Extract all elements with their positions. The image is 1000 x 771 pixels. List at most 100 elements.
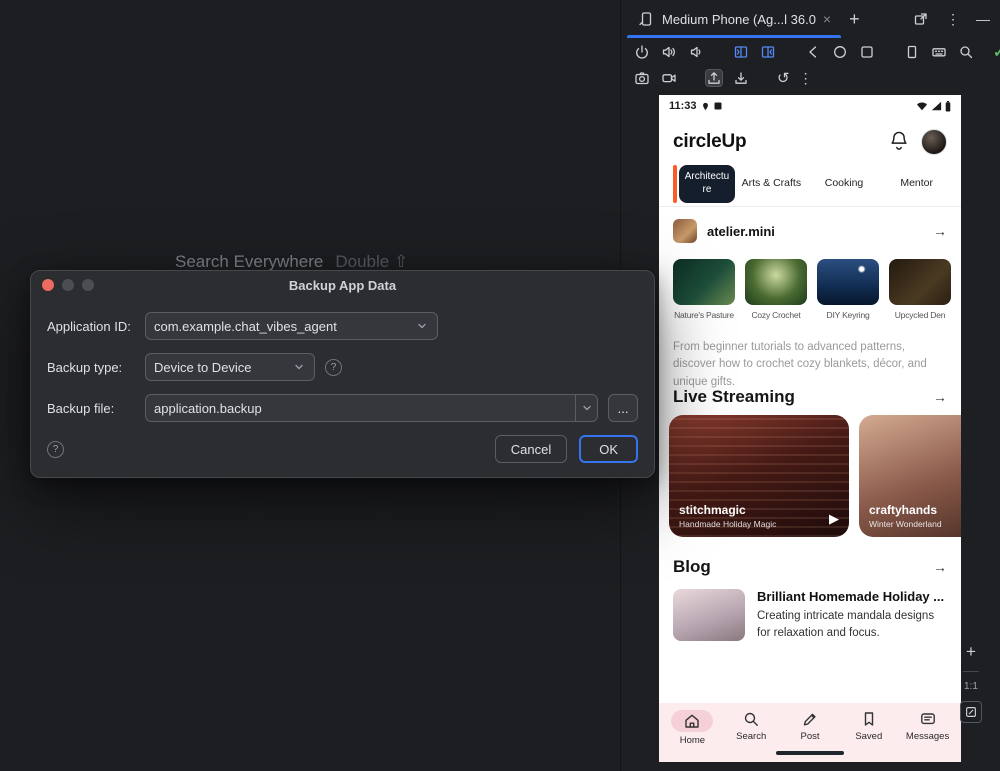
backup-file-value: application.backup	[154, 401, 569, 416]
live-streaming-title: Live Streaming	[673, 387, 795, 407]
gallery-label: Nature's Pasture	[673, 310, 735, 320]
zoom-controls: + 1:1	[957, 642, 985, 723]
close-window-button[interactable]	[42, 279, 54, 291]
done-check-icon[interactable]: ✓	[993, 43, 1000, 61]
live-streaming-arrow-icon[interactable]: →	[933, 389, 947, 405]
app-header: circleUp	[659, 117, 961, 161]
search-everywhere-shortcut: Double ⇧	[335, 252, 408, 271]
creator-row[interactable]: atelier.mini →	[659, 207, 961, 255]
app-title: circleUp	[673, 131, 746, 153]
tab-scroll-accent	[673, 165, 677, 203]
blog-thumbnail	[673, 589, 745, 641]
device-tab[interactable]: Medium Phone (Ag...l 36.0 ×	[627, 0, 841, 38]
emulator-screen[interactable]: 11:33 circleUp	[659, 95, 961, 762]
search-nav-icon	[742, 710, 760, 728]
stream-subtitle: Handmade Holiday Magic	[679, 519, 776, 529]
fold-open-icon[interactable]	[732, 43, 750, 61]
dialog-help-icon[interactable]: ?	[47, 441, 64, 458]
gallery-item[interactable]: Nature's Pasture	[673, 259, 735, 333]
gallery-item[interactable]: DIY Keyring	[817, 259, 879, 333]
zoom-in-button[interactable]: +	[966, 642, 976, 662]
blog-header: Blog →	[659, 547, 961, 585]
screen-record-icon[interactable]	[660, 69, 678, 87]
zoom-window-button[interactable]	[82, 279, 94, 291]
gesture-handle[interactable]	[776, 751, 844, 755]
stream-subtitle: Winter Wonderland	[869, 519, 942, 529]
tab-close-icon[interactable]: ×	[823, 11, 831, 27]
tab-arts-crafts[interactable]: Arts & Crafts	[735, 177, 808, 190]
home-icon[interactable]	[831, 43, 849, 61]
download-restore-icon[interactable]	[732, 69, 750, 87]
cancel-button[interactable]: Cancel	[495, 435, 567, 463]
application-id-value: com.example.chat_vibes_agent	[154, 319, 409, 334]
toolbar-right-group: ✓	[957, 43, 1000, 61]
screenshot-phone-icon[interactable]	[903, 43, 921, 61]
camera-icon[interactable]	[633, 69, 651, 87]
keyboard-input-icon[interactable]	[930, 43, 948, 61]
nav-search[interactable]: Search	[722, 710, 781, 746]
fold-close-icon[interactable]	[759, 43, 777, 61]
stream-card[interactable]: craftyhands Winter Wonderland	[859, 415, 961, 537]
nav-post[interactable]: Post	[781, 710, 840, 746]
upload-backup-icon[interactable]	[705, 69, 723, 87]
ok-button[interactable]: OK	[579, 435, 638, 463]
backup-type-help-icon[interactable]: ?	[325, 359, 342, 376]
play-icon[interactable]: ▶	[829, 511, 839, 527]
new-tab-button[interactable]: +	[849, 10, 860, 28]
fit-screen-button[interactable]	[960, 701, 982, 723]
back-icon[interactable]	[804, 43, 822, 61]
nav-saved-label: Saved	[855, 731, 882, 742]
tab-cooking[interactable]: Cooking	[808, 177, 881, 190]
overview-icon[interactable]	[858, 43, 876, 61]
battery-icon	[945, 101, 951, 112]
creator-arrow-icon[interactable]: →	[933, 223, 947, 239]
gallery-item[interactable]: Upcycled Den	[889, 259, 951, 333]
gallery-thumbnail	[817, 259, 879, 305]
blog-post-title: Brilliant Homemade Holiday ...	[757, 589, 945, 604]
volume-up-icon[interactable]	[660, 43, 678, 61]
stream-name: craftyhands	[869, 503, 942, 517]
nav-saved[interactable]: Saved	[839, 710, 898, 746]
volume-down-icon[interactable]	[687, 43, 705, 61]
blog-post[interactable]: Brilliant Homemade Holiday ... Creating …	[659, 585, 961, 655]
snapshots-icon[interactable]: ↺	[777, 71, 790, 86]
nav-messages[interactable]: Messages	[898, 710, 957, 746]
blog-arrow-icon[interactable]: →	[933, 559, 947, 575]
search-icon[interactable]	[957, 43, 975, 61]
dialog-titlebar[interactable]: Backup App Data	[31, 271, 654, 300]
browse-file-button[interactable]: ...	[608, 394, 638, 422]
gallery-item[interactable]: Cozy Crochet	[745, 259, 807, 333]
application-id-dropdown[interactable]: com.example.chat_vibes_agent	[145, 312, 438, 340]
open-in-window-icon[interactable]	[912, 10, 930, 28]
power-icon[interactable]	[633, 43, 651, 61]
backup-type-dropdown[interactable]: Device to Device	[145, 353, 315, 381]
gallery-thumbnail	[745, 259, 807, 305]
profile-avatar[interactable]	[921, 129, 947, 155]
device-icon	[637, 10, 655, 28]
backup-file-input[interactable]: application.backup	[145, 394, 598, 422]
tab-architecture[interactable]: Architecture	[679, 165, 735, 203]
project-gallery: Nature's Pasture Cozy Crochet DIY Keyrin…	[659, 255, 961, 333]
minimize-window-button[interactable]	[62, 279, 74, 291]
nav-home[interactable]: Home	[663, 710, 722, 746]
nav-messages-label: Messages	[906, 731, 949, 742]
toolbar-more-icon[interactable]: ⋮	[799, 71, 813, 85]
backup-type-value: Device to Device	[154, 360, 286, 375]
panel-window-controls: ⋮ —	[912, 10, 990, 28]
gallery-thumbnail	[673, 259, 735, 305]
creator-avatar	[673, 219, 697, 243]
stream-card[interactable]: stitchmagic Handmade Holiday Magic ▶	[669, 415, 849, 537]
tab-mentor[interactable]: Mentor	[880, 177, 953, 190]
gallery-thumbnail	[889, 259, 951, 305]
panel-more-icon[interactable]: ⋮	[946, 12, 960, 26]
panel-minimize-icon[interactable]: —	[976, 12, 990, 26]
home-nav-icon	[683, 712, 701, 730]
backup-file-dropdown-button[interactable]	[575, 395, 597, 421]
nav-home-label: Home	[680, 735, 705, 746]
nav-home-pill	[671, 710, 713, 732]
notifications-bell-icon[interactable]	[889, 130, 909, 155]
dialog-title: Backup App Data	[289, 278, 396, 293]
post-nav-icon	[801, 710, 819, 728]
application-id-label: Application ID:	[47, 319, 145, 334]
backup-file-row: Backup file: application.backup ...	[47, 394, 638, 422]
